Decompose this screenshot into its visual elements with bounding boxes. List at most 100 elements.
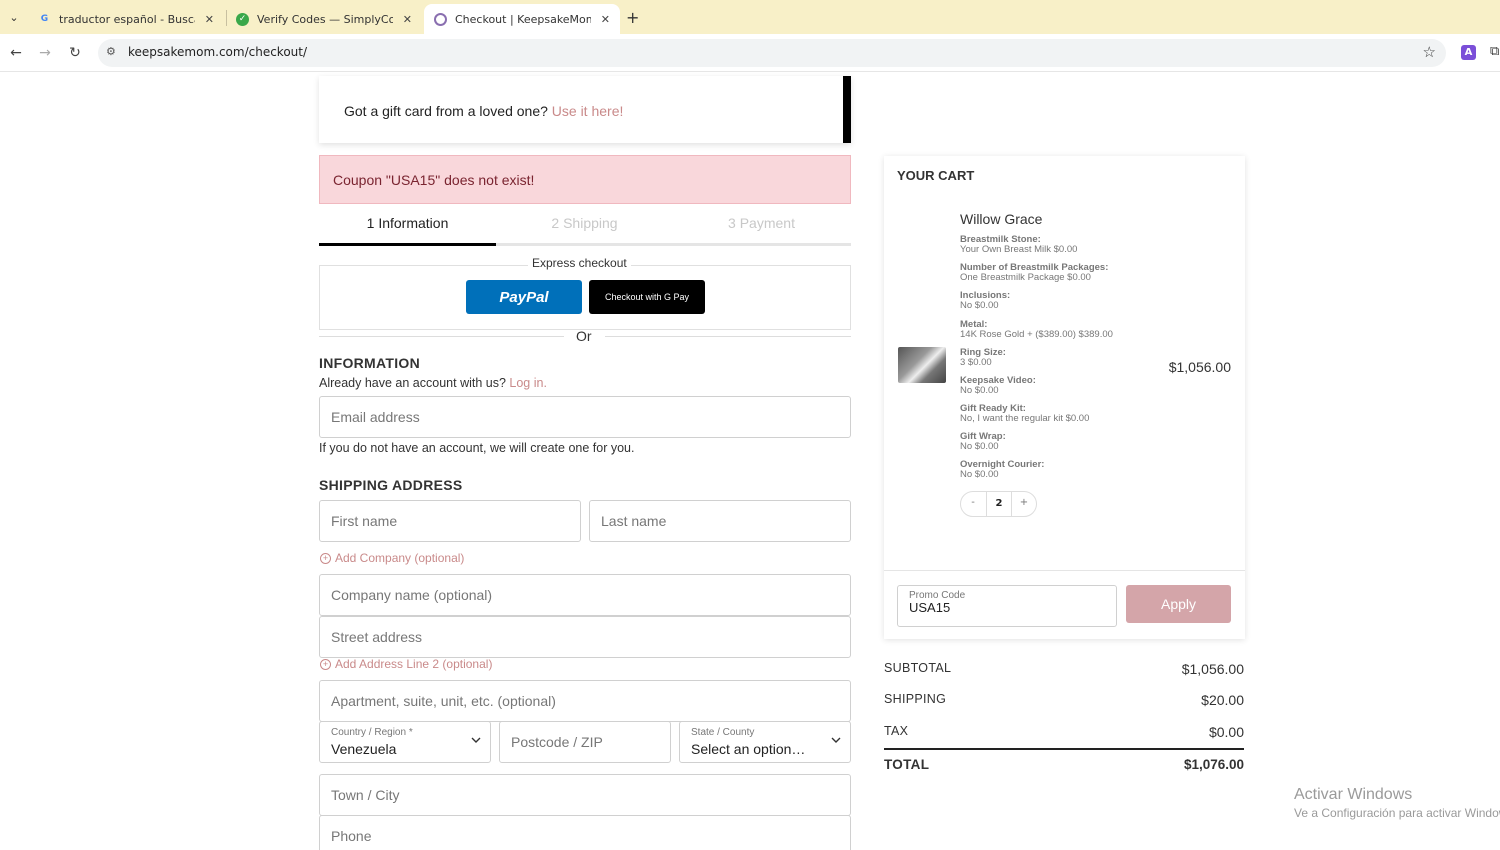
cart-title: YOUR CART — [897, 168, 975, 183]
town-city-input[interactable] — [320, 775, 850, 815]
option-keepsake-video: Keepsake Video: No $0.00 — [960, 376, 1036, 396]
subtotal-value: $1,056.00 — [1181, 661, 1244, 677]
email-field[interactable] — [319, 396, 851, 438]
close-tab-icon[interactable]: ✕ — [205, 13, 214, 26]
apply-promo-button[interactable]: Apply — [1126, 585, 1231, 623]
tax-label: TAX — [884, 724, 909, 738]
address-bar[interactable]: ⚙ keepsakemom.com/checkout/ ☆ — [98, 39, 1446, 67]
step-payment[interactable]: 3 Payment — [673, 215, 850, 231]
street-address-input[interactable] — [320, 617, 850, 657]
phone-field[interactable] — [319, 815, 851, 850]
use-gift-card-link[interactable]: Use it here! — [552, 103, 624, 119]
country-select[interactable]: Country / Region * Venezuela — [319, 721, 491, 763]
total-value: $1,076.00 — [1183, 757, 1244, 772]
option-value: 3 $0.00 — [960, 357, 992, 368]
paypal-button[interactable]: PayPal — [466, 280, 582, 314]
option-value: No, I want the regular kit $0.00 — [960, 413, 1090, 424]
option-value: 14K Rose Gold + ($389.00) $389.00 — [960, 329, 1113, 340]
option-gift-wrap: Gift Wrap: No $0.00 — [960, 432, 1006, 452]
product-thumbnail — [898, 347, 946, 383]
back-arrow-icon[interactable]: ← — [6, 43, 26, 63]
coupon-error-text: Coupon "USA15" does not exist! — [333, 172, 535, 188]
promo-code-value[interactable]: USA15 — [909, 600, 950, 615]
option-value: No $0.00 — [960, 441, 999, 452]
add-company-link[interactable]: + Add Company (optional) — [320, 551, 464, 565]
quantity-increase-button[interactable]: + — [1017, 497, 1031, 508]
url-text[interactable]: keepsakemom.com/checkout/ — [128, 45, 307, 59]
gift-card-notice: Got a gift card from a loved one? Use it… — [319, 76, 851, 143]
totals-divider — [884, 748, 1244, 750]
or-divider-left — [319, 336, 564, 337]
option-breastmilk-packages: Number of Breastmilk Packages: One Breast… — [960, 263, 1108, 283]
apartment-input[interactable] — [320, 681, 850, 721]
browser-tab-bar: ⌄ G traductor español - Buscar con ✕ ✓ V… — [0, 0, 1500, 34]
tab-keepsakemom-checkout[interactable]: Checkout | KeepsakeMom ✕ — [424, 4, 620, 34]
tab-title: Checkout | KeepsakeMom — [455, 12, 591, 26]
extensions-puzzle-icon[interactable]: ⧉ — [1490, 44, 1499, 59]
add-address-line2-link[interactable]: + Add Address Line 2 (optional) — [320, 657, 492, 671]
chevron-down-icon — [831, 737, 841, 743]
option-metal: Metal: 14K Rose Gold + ($389.00) $389.00 — [960, 320, 1113, 340]
company-field[interactable] — [319, 574, 851, 616]
bookmark-star-icon[interactable]: ☆ — [1423, 43, 1436, 61]
quantity-value[interactable]: 2 — [986, 491, 1012, 517]
windows-activation-watermark: Activar Windows Ve a Configuración para … — [1294, 786, 1500, 820]
last-name-input[interactable] — [590, 501, 850, 541]
apartment-field[interactable] — [319, 680, 851, 722]
add-circle-icon: + — [320, 552, 331, 564]
information-heading: INFORMATION — [319, 355, 421, 371]
step-information[interactable]: 1 Information — [319, 215, 496, 231]
last-name-field[interactable] — [589, 500, 851, 542]
option-value: One Breastmilk Package $0.00 — [960, 272, 1091, 283]
promo-code-field[interactable]: Promo Code USA15 — [897, 585, 1117, 627]
step-shipping[interactable]: 2 Shipping — [496, 215, 673, 231]
account-create-note: If you do not have an account, we will c… — [319, 441, 635, 455]
town-city-field[interactable] — [319, 774, 851, 816]
postcode-input[interactable] — [500, 722, 670, 762]
email-input[interactable] — [320, 397, 850, 437]
reload-icon[interactable]: ↻ — [65, 43, 85, 63]
phone-input[interactable] — [320, 816, 850, 850]
tab-simplycodes[interactable]: ✓ Verify Codes — SimplyCodes ✕ — [226, 4, 422, 34]
coupon-error-alert: Coupon "USA15" does not exist! — [319, 155, 851, 204]
option-breastmilk-stone: Breastmilk Stone: Your Own Breast Milk $0… — [960, 235, 1077, 255]
watermark-subtitle: Ve a Configuración para activar Windows. — [1294, 806, 1500, 820]
extension-icon[interactable]: A — [1461, 45, 1476, 60]
checkout-steps: 1 Information 2 Shipping 3 Payment — [319, 210, 851, 246]
add-address-line2-label: Add Address Line 2 (optional) — [335, 657, 493, 671]
account-prompt-text: Already have an account with us? — [319, 376, 506, 390]
gift-card-question: Got a gift card from a loved one? — [344, 103, 548, 119]
google-pay-button[interactable]: Checkout with G Pay — [589, 280, 705, 314]
shipping-value: $20.00 — [1201, 692, 1244, 708]
add-company-label: Add Company (optional) — [335, 551, 465, 565]
login-link[interactable]: Log in. — [509, 376, 547, 390]
tab-title: traductor español - Buscar con — [59, 12, 195, 26]
state-select[interactable]: State / County Select an option… — [679, 721, 851, 763]
postcode-field[interactable] — [499, 721, 671, 763]
add-circle-icon: + — [320, 658, 331, 670]
watermark-title: Activar Windows — [1294, 786, 1413, 803]
option-value: No $0.00 — [960, 469, 999, 480]
state-label: State / County — [691, 727, 755, 738]
google-icon: G — [40, 14, 49, 24]
first-name-input[interactable] — [320, 501, 580, 541]
street-address-field[interactable] — [319, 616, 851, 658]
forward-arrow-icon[interactable]: → — [35, 43, 55, 63]
site-info-icon[interactable]: ⚙ — [106, 45, 116, 58]
or-divider-right — [605, 336, 851, 337]
new-tab-plus-icon[interactable]: + — [626, 8, 639, 27]
option-overnight-courier: Overnight Courier: No $0.00 — [960, 460, 1044, 480]
gift-card-text: Got a gift card from a loved one? Use it… — [344, 103, 623, 119]
close-tab-icon[interactable]: ✕ — [403, 13, 412, 26]
country-value: Venezuela — [331, 741, 397, 757]
state-value: Select an option… — [691, 741, 806, 757]
tab-title: Verify Codes — SimplyCodes — [257, 12, 393, 26]
company-input[interactable] — [320, 575, 850, 615]
option-gift-ready-kit: Gift Ready Kit: No, I want the regular ki… — [960, 404, 1089, 424]
close-tab-icon[interactable]: ✕ — [601, 13, 610, 26]
option-ring-size: Ring Size: 3 $0.00 — [960, 348, 1006, 368]
quantity-decrease-button[interactable]: - — [966, 497, 980, 508]
tab-search-chevron-icon[interactable]: ⌄ — [4, 7, 24, 27]
tab-google-search[interactable]: G traductor español - Buscar con ✕ — [28, 4, 224, 34]
first-name-field[interactable] — [319, 500, 581, 542]
